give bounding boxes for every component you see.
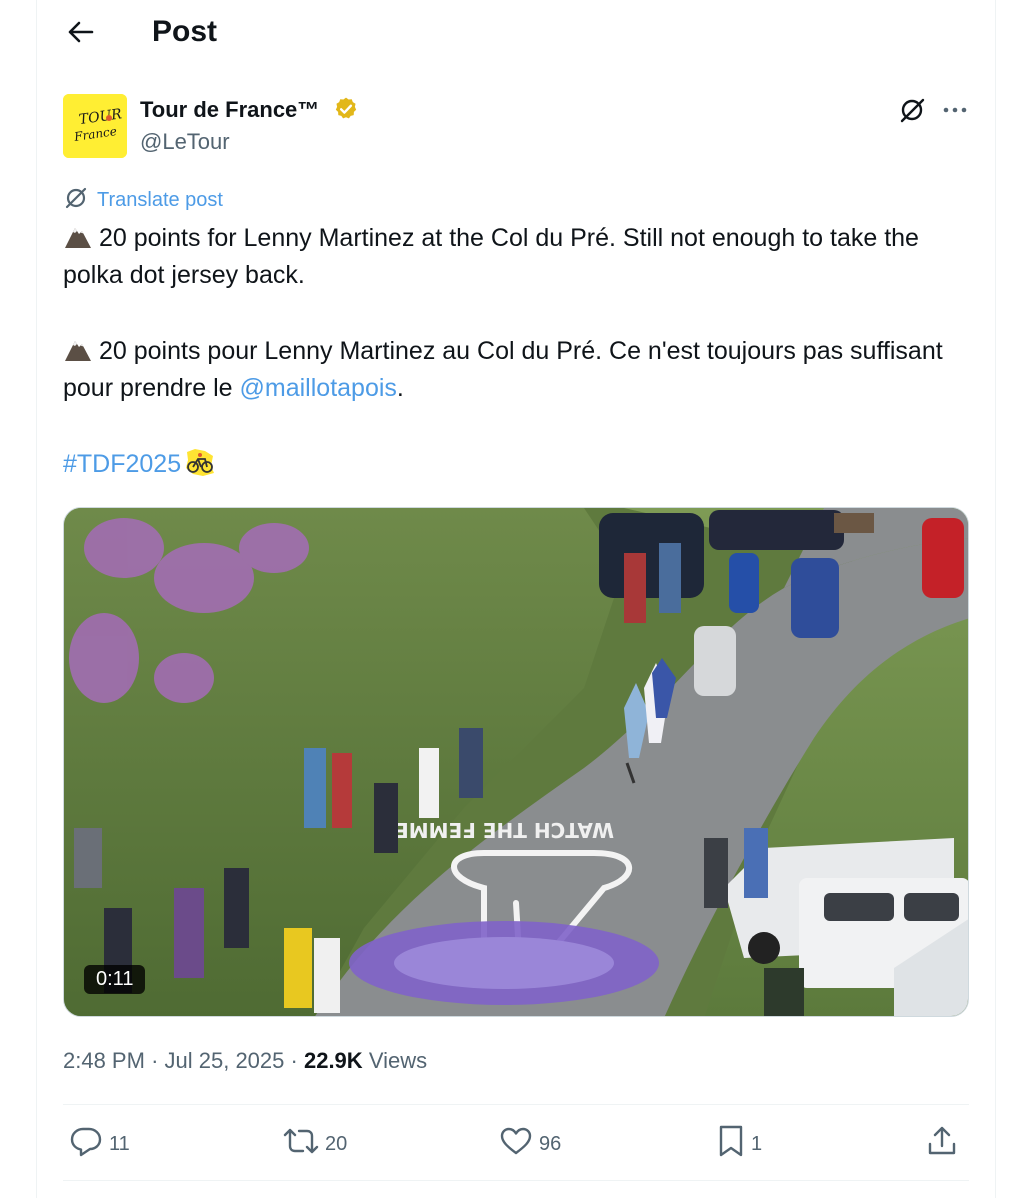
avatar[interactable]: TOUR France: [63, 94, 127, 158]
video-duration: 0:11: [84, 965, 146, 994]
author-display-name[interactable]: Tour de France™: [140, 96, 319, 124]
post-column: Post TOUR France Tour de France™ @LeTour: [36, 0, 996, 1198]
share-button[interactable]: [927, 1124, 957, 1164]
translate-icon: [63, 185, 89, 216]
reply-button[interactable]: 11: [69, 1124, 130, 1164]
grok-icon[interactable]: [896, 94, 928, 126]
divider: [63, 1180, 969, 1181]
post-time[interactable]: 2:48 PM: [63, 1048, 145, 1073]
post-text: 20 points for Lenny Martinez at the Col …: [63, 220, 963, 483]
repost-count: 20: [325, 1132, 348, 1155]
mountain-emoji-icon: [63, 335, 93, 363]
post-video[interactable]: WATCH THE FEMMES 0:11: [63, 507, 969, 1017]
author-handle[interactable]: @LeTour: [140, 128, 230, 156]
translate-label: Translate post: [97, 188, 223, 211]
divider: [63, 1104, 969, 1105]
post-line-fr-end: .: [396, 374, 404, 402]
post-author: TOUR France Tour de France™ @LeTour: [63, 94, 983, 160]
page-title: Post: [152, 15, 218, 48]
post-paragraph-hashtag: #TDF2025: [63, 446, 963, 483]
post-paragraph-en: 20 points for Lenny Martinez at the Col …: [63, 220, 963, 294]
back-arrow-icon[interactable]: [63, 14, 99, 50]
bookmark-count: 1: [751, 1132, 763, 1155]
like-count: 96: [539, 1132, 562, 1155]
video-frame-illustration: WATCH THE FEMMES: [64, 508, 968, 1016]
heart-icon: [499, 1126, 533, 1162]
meta-separator: ·: [151, 1048, 159, 1073]
mention-link[interactable]: @maillotapois: [240, 374, 397, 402]
bookmark-icon: [717, 1124, 745, 1164]
meta-separator: ·: [290, 1048, 298, 1073]
post-line-fr: 20 points pour Lenny Martinez au Col du …: [63, 337, 943, 402]
post-date[interactable]: Jul 25, 2025: [165, 1048, 285, 1073]
verified-badge-icon[interactable]: [333, 96, 359, 122]
mountain-emoji-icon: [63, 222, 93, 250]
post-meta: 2:48 PM · Jul 25, 2025 · 22.9K Views: [63, 1046, 427, 1076]
like-button[interactable]: 96: [499, 1124, 561, 1164]
translate-post-link[interactable]: Translate post: [63, 186, 223, 214]
repost-button[interactable]: 20: [283, 1124, 347, 1164]
road-painted-text: WATCH THE FEMMES: [381, 818, 614, 842]
bookmark-button[interactable]: 1: [717, 1124, 762, 1164]
repost-icon: [283, 1126, 319, 1162]
views-label: Views: [368, 1048, 428, 1073]
share-icon: [927, 1125, 957, 1163]
post-paragraph-fr: 20 points pour Lenny Martinez au Col du …: [63, 333, 963, 407]
views-count: 22.9K: [303, 1048, 363, 1073]
reply-icon: [69, 1125, 103, 1163]
post-line-en: 20 points for Lenny Martinez at the Col …: [63, 224, 919, 289]
bike-hashflag-icon: [183, 446, 217, 478]
hashtag-link[interactable]: #TDF2025: [63, 450, 181, 478]
more-options-icon[interactable]: [939, 94, 971, 126]
reply-count: 11: [109, 1132, 130, 1155]
page-header: Post: [37, 0, 995, 64]
